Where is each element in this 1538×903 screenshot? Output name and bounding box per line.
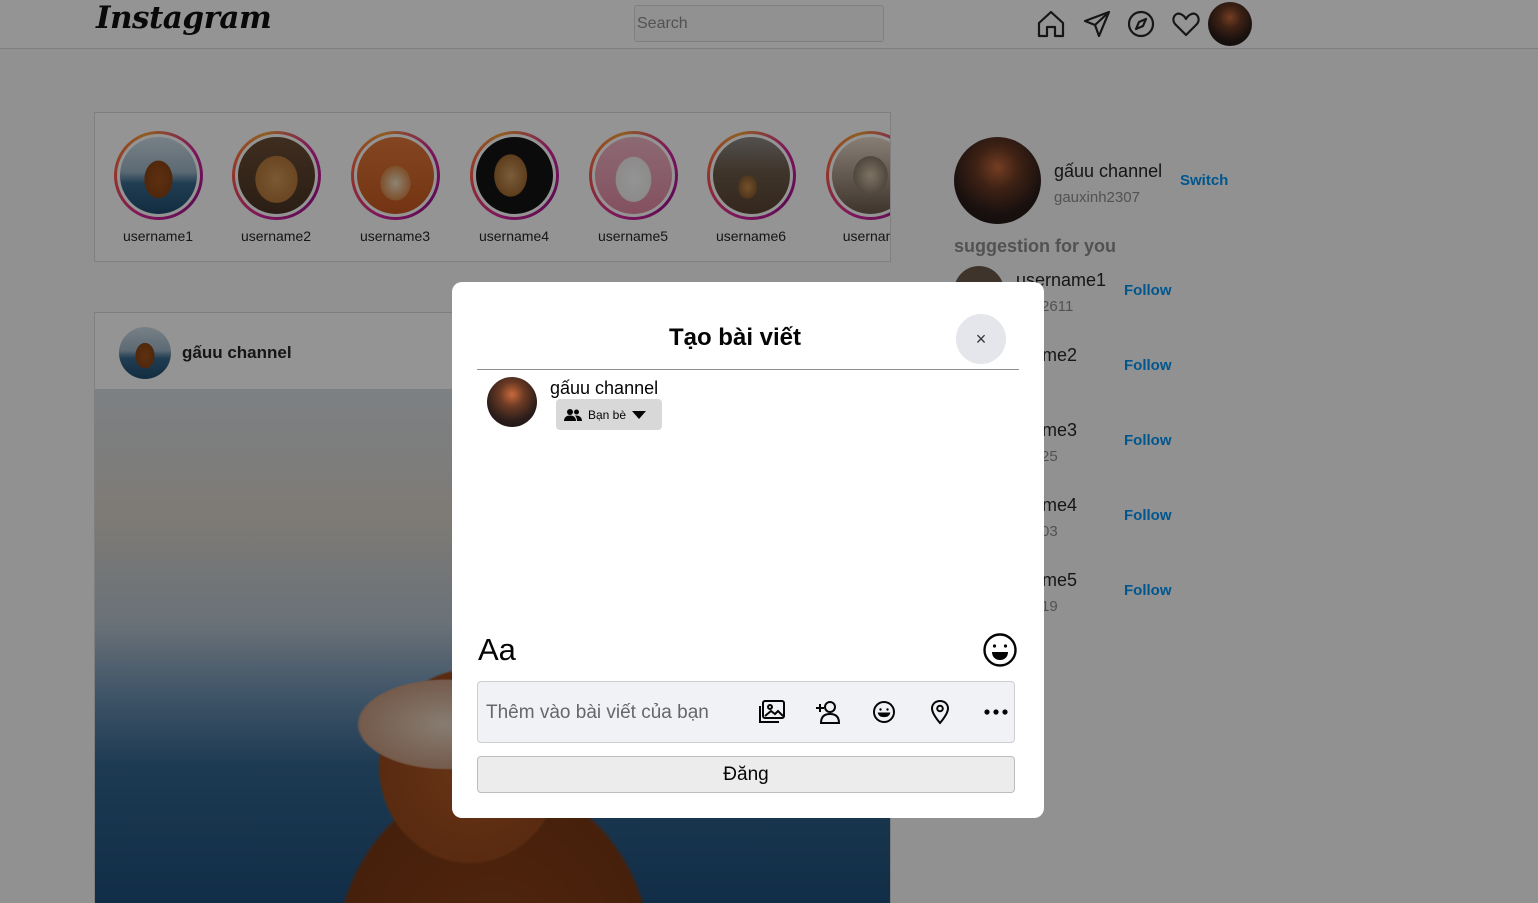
dialog-divider	[477, 369, 1019, 370]
friends-icon	[564, 408, 582, 421]
dialog-title: Tạo bài viết	[668, 324, 802, 351]
audience-label: Bạn bè	[588, 407, 627, 422]
author-avatar	[487, 377, 537, 427]
caret-down-icon	[632, 410, 647, 419]
close-icon: ×	[975, 328, 987, 349]
photo-icon[interactable]	[758, 698, 786, 726]
location-icon[interactable]	[926, 698, 954, 726]
author-name: gấuu channel	[550, 378, 659, 398]
feeling-icon[interactable]	[870, 698, 898, 726]
text-style-toggle[interactable]: Aa	[478, 632, 516, 668]
close-button[interactable]: ×	[956, 314, 1006, 364]
audience-selector[interactable]: Bạn bè	[556, 399, 662, 430]
add-to-post-label: Thêm vào bài viết của bạn	[486, 702, 709, 723]
post-button[interactable]: Đăng	[477, 756, 1015, 793]
more-icon[interactable]	[982, 698, 1010, 726]
emoji-picker-icon[interactable]	[982, 632, 1018, 668]
add-to-post-bar: Thêm vào bài viết của bạn	[477, 681, 1015, 743]
create-post-dialog: Tạo bài viết × gấuu channel Bạn bè Aa Th…	[452, 282, 1044, 818]
tag-people-icon[interactable]	[814, 698, 842, 726]
